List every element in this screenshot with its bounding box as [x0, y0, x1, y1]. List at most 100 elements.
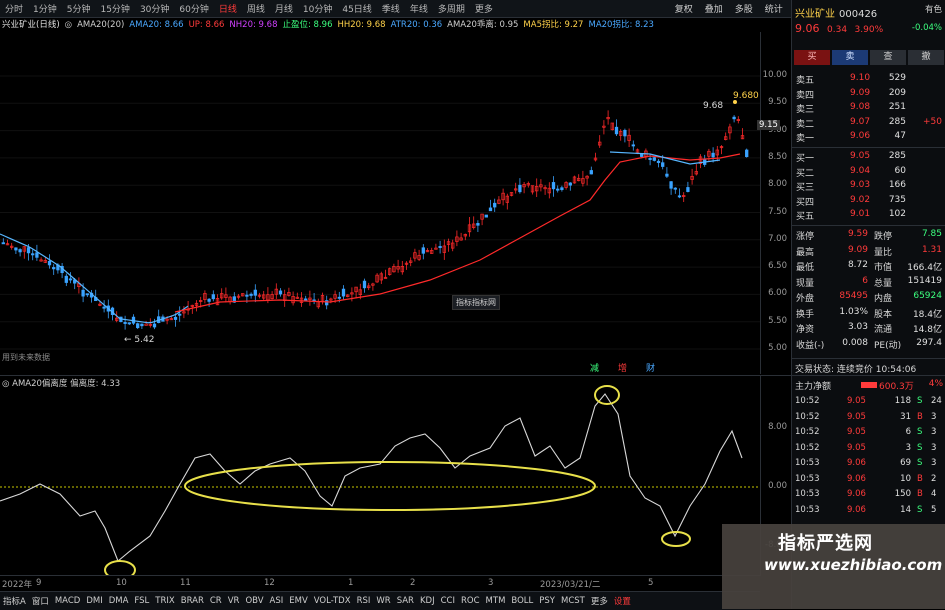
level-label: 买五: [796, 212, 815, 222]
buy-level[interactable]: 买四 9.02 735: [794, 195, 944, 208]
indicator-tab[interactable]: 指标A: [0, 595, 29, 607]
tick-count: 24: [931, 396, 942, 406]
event-marker[interactable]: 减: [590, 362, 599, 374]
indicator-tab[interactable]: VR: [225, 596, 243, 606]
indicator-tab[interactable]: BOLL: [508, 596, 536, 606]
indicator-tab[interactable]: 设置: [611, 595, 634, 607]
event-marker[interactable]: 财: [646, 362, 655, 374]
indicator-tab[interactable]: 窗口: [29, 595, 52, 607]
period-tab[interactable]: 月线: [270, 2, 298, 15]
level-volume: 529: [888, 73, 906, 83]
indicator-tab[interactable]: SAR: [394, 596, 417, 606]
indicator-tab[interactable]: OBV: [242, 596, 266, 606]
period-tab[interactable]: 60分钟: [174, 2, 213, 15]
high-label-2: 9.680: [733, 91, 759, 101]
quote-value: 18.4亿: [912, 309, 942, 320]
indicator-tab[interactable]: DMA: [106, 596, 132, 606]
tick-flag: B: [917, 411, 923, 422]
indicator-tab[interactable]: CR: [207, 596, 225, 606]
level-change: +50: [923, 116, 942, 127]
cancel-button[interactable]: 撤: [908, 50, 944, 65]
candle-body: [278, 290, 283, 295]
query-button[interactable]: 查: [870, 50, 906, 65]
period-tab[interactable]: 5分钟: [62, 2, 96, 15]
flow-label: 主力净额: [795, 382, 832, 392]
tick-price: 9.05: [847, 442, 866, 453]
indicator-tab[interactable]: EMV: [286, 596, 311, 606]
tool-button[interactable]: 统计: [759, 2, 789, 15]
candle-body: [102, 306, 106, 309]
indicator-tab[interactable]: RSI: [354, 596, 374, 606]
quote-label: 总量: [874, 278, 893, 289]
indicator-tab[interactable]: VOL-TDX: [311, 596, 354, 606]
quote-label: 涨停: [796, 232, 815, 242]
sell-level[interactable]: 卖一 9.06 47: [794, 131, 944, 144]
sell-level[interactable]: 卖五 9.10 529: [794, 73, 944, 86]
tick-count: 3: [931, 458, 937, 468]
price-change: 0.34: [827, 25, 848, 35]
period-tab[interactable]: 季线: [377, 2, 405, 15]
indicator-tab[interactable]: FSL: [131, 596, 152, 606]
quote-label: 最低: [796, 263, 815, 273]
period-tab[interactable]: 1分钟: [28, 2, 62, 15]
buy-level[interactable]: 买一 9.05 285: [794, 151, 944, 164]
indicator-tab[interactable]: BRAR: [178, 596, 207, 606]
indicator-tab[interactable]: TRIX: [152, 596, 177, 606]
date-label: 3: [488, 578, 494, 588]
candle-body: [325, 300, 329, 306]
candle-body: [26, 247, 31, 254]
period-tab[interactable]: 多周期: [433, 2, 470, 15]
tool-button[interactable]: 多股: [729, 2, 759, 15]
indicator-tab[interactable]: MCST: [558, 596, 588, 606]
tick-volume: 69: [900, 458, 911, 468]
indicator-tab[interactable]: MACD: [52, 596, 83, 606]
quote-row: 涨停 9.59 跌停 7.85: [794, 229, 944, 242]
level-price: 9.08: [850, 102, 871, 112]
sell-level[interactable]: 卖三 9.08 251: [794, 102, 944, 115]
buy-level[interactable]: 买三 9.03 166: [794, 180, 944, 193]
sector-box[interactable]: 有色 -0.04%: [912, 3, 942, 33]
indicator-tab[interactable]: KDJ: [417, 596, 438, 606]
indicator-tab[interactable]: DMI: [83, 596, 105, 606]
buy-level[interactable]: 买五 9.01 102: [794, 209, 944, 222]
buy-level[interactable]: 买二 9.04 60: [794, 166, 944, 179]
level-label: 卖四: [796, 90, 815, 101]
sell-level[interactable]: 卖四 9.09 209: [794, 88, 944, 101]
tick-count: 3: [931, 427, 937, 437]
period-tab[interactable]: 年线: [405, 2, 433, 15]
sell-level[interactable]: 卖二 9.07 285 +50: [794, 117, 944, 130]
price-tick: 10.00: [762, 70, 787, 80]
period-tab[interactable]: 周线: [242, 2, 270, 15]
period-tab[interactable]: 10分钟: [298, 2, 337, 15]
period-tab[interactable]: 更多: [470, 2, 498, 15]
tick-time: 10:53: [795, 489, 820, 499]
indicator-tab[interactable]: ASI: [267, 596, 287, 606]
sell-button[interactable]: 卖: [832, 50, 868, 65]
tick-row: 10:53 9.06 69 S 3: [795, 458, 943, 470]
settings-circle-icon[interactable]: ◎: [65, 20, 72, 30]
tick-price: 9.06: [847, 489, 866, 499]
indicator-tab[interactable]: MTM: [483, 596, 509, 606]
candle-body: [711, 152, 715, 158]
period-tab[interactable]: 日线: [214, 2, 242, 15]
event-marker[interactable]: 增: [618, 362, 627, 374]
indicator-tab[interactable]: CCI: [438, 596, 458, 606]
indicator-tab[interactable]: PSY: [536, 596, 558, 606]
indicator-tab[interactable]: WR: [373, 596, 393, 606]
period-tab[interactable]: 15分钟: [95, 2, 134, 15]
deviation-chart[interactable]: [0, 375, 760, 576]
candle-body: [648, 158, 652, 160]
buy-button[interactable]: 买: [794, 50, 830, 65]
period-tab[interactable]: 30分钟: [135, 2, 174, 15]
tool-button[interactable]: 叠加: [699, 2, 729, 15]
settings-circle-icon[interactable]: ◎: [2, 379, 12, 389]
indicator-tab[interactable]: 更多: [588, 595, 611, 607]
tick-count: 3: [931, 442, 937, 453]
period-tab[interactable]: 45日线: [337, 2, 376, 15]
candlestick-chart[interactable]: ← 5.42 9.68 9.680 减 增 财: [0, 32, 760, 374]
candle-body: [47, 260, 52, 266]
indicator-tab[interactable]: ROC: [458, 596, 483, 606]
period-tab[interactable]: 分时: [0, 2, 28, 15]
tool-button[interactable]: 复权: [669, 2, 699, 15]
tick-flag: S: [917, 396, 923, 406]
